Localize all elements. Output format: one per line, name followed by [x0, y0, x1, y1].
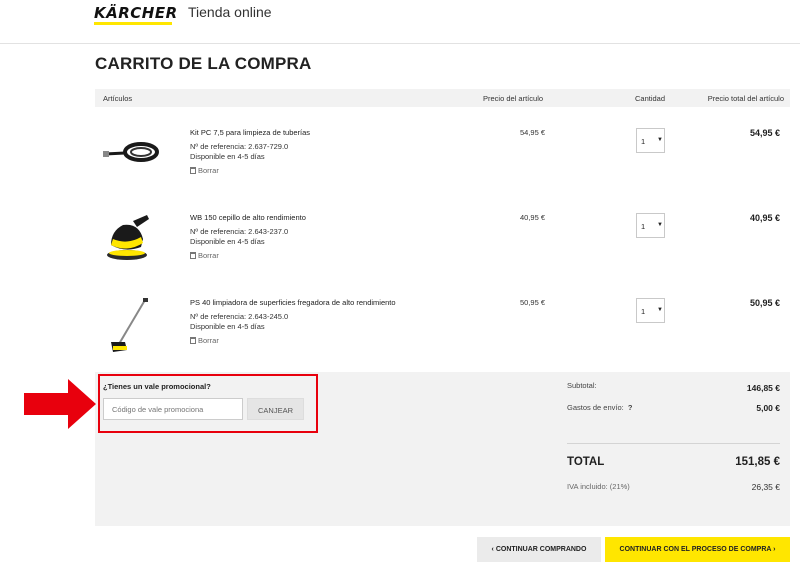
- quantity-select[interactable]: 1 ▼: [636, 213, 665, 238]
- shipping-help-icon[interactable]: ?: [628, 403, 633, 412]
- item-ref: Nº de referencia: 2.643-237.0: [190, 227, 289, 236]
- chevron-down-icon: ▼: [657, 222, 663, 228]
- item-availability: Disponible en 4-5 días: [190, 237, 265, 246]
- cart-table-header: Artículos Precio del artículo Cantidad P…: [95, 89, 790, 107]
- brush-icon: [107, 215, 149, 260]
- delete-label: Borrar: [198, 166, 219, 175]
- total-value: 151,85 €: [735, 456, 780, 468]
- quantity-select[interactable]: 1 ▼: [636, 298, 665, 323]
- page-title: CARRITO DE LA COMPRA: [95, 54, 312, 73]
- item-price: 50,95 €: [520, 298, 546, 307]
- item-total: 50,95 €: [749, 298, 780, 308]
- total-label: TOTAL: [567, 456, 605, 468]
- delete-button[interactable]: Borrar: [190, 166, 219, 175]
- shipping-label-text: Gastos de envío:: [567, 403, 624, 412]
- logo-underline: [94, 22, 172, 25]
- delete-button[interactable]: Borrar: [190, 251, 219, 260]
- item-total: 54,95 €: [749, 128, 780, 138]
- col-total: Precio total del artículo: [707, 94, 784, 103]
- site-header: KÄRCHER Tienda online: [0, 0, 800, 44]
- quantity-value: 1: [641, 137, 646, 146]
- hose-kit-icon: [103, 142, 159, 162]
- col-articles: Artículos: [103, 94, 133, 103]
- subtotal-value: 146,85 €: [746, 383, 780, 393]
- cart-item: Kit PC 7,5 para limpieza de tuberías Nº …: [95, 128, 790, 212]
- iva-label: IVA incluido: (21%): [567, 482, 630, 491]
- item-availability: Disponible en 4-5 días: [190, 322, 265, 331]
- checkout-button[interactable]: CONTINUAR CON EL PROCESO DE COMPRA ›: [605, 537, 790, 562]
- cart-item: PS 40 limpiadora de superficies fregador…: [95, 298, 790, 382]
- item-ref: Nº de referencia: 2.637-729.0: [190, 142, 289, 151]
- shipping-value: 5,00 €: [756, 403, 780, 413]
- store-name: Tienda online: [188, 4, 272, 20]
- delete-label: Borrar: [198, 336, 219, 345]
- item-price: 54,95 €: [520, 128, 546, 137]
- shipping-label: Gastos de envío: ?: [567, 403, 632, 412]
- item-name[interactable]: PS 40 limpiadora de superficies fregador…: [190, 298, 396, 307]
- trash-icon: [190, 167, 196, 174]
- summary-divider: [567, 443, 780, 444]
- item-availability: Disponible en 4-5 días: [190, 152, 265, 161]
- iva-value: 26,35 €: [751, 482, 780, 492]
- item-total: 40,95 €: [749, 213, 780, 223]
- red-arrow-icon: [24, 379, 96, 429]
- col-price: Precio del artículo: [483, 94, 544, 103]
- item-ref: Nº de referencia: 2.643-245.0: [190, 312, 289, 321]
- item-name[interactable]: Kit PC 7,5 para limpieza de tuberías: [190, 128, 310, 137]
- quantity-value: 1: [641, 307, 646, 316]
- subtotal-label: Subtotal:: [567, 381, 597, 390]
- chevron-down-icon: ▼: [657, 137, 663, 143]
- chevron-down-icon: ▼: [657, 307, 663, 313]
- quantity-select[interactable]: 1 ▼: [636, 128, 665, 153]
- cart-item: WB 150 cepillo de alto rendimiento Nº de…: [95, 213, 790, 297]
- promo-highlight-box: [98, 374, 318, 433]
- delete-label: Borrar: [198, 251, 219, 260]
- col-quantity: Cantidad: [635, 94, 666, 103]
- logo-text: KÄRCHER: [94, 4, 178, 22]
- surface-cleaner-icon: [111, 298, 148, 352]
- item-name[interactable]: WB 150 cepillo de alto rendimiento: [190, 213, 306, 222]
- quantity-value: 1: [641, 222, 646, 231]
- trash-icon: [190, 337, 196, 344]
- continue-shopping-button[interactable]: ‹ CONTINUAR COMPRANDO: [477, 537, 601, 562]
- trash-icon: [190, 252, 196, 259]
- karcher-logo[interactable]: KÄRCHER: [94, 4, 178, 26]
- delete-button[interactable]: Borrar: [190, 336, 219, 345]
- item-price: 40,95 €: [520, 213, 546, 222]
